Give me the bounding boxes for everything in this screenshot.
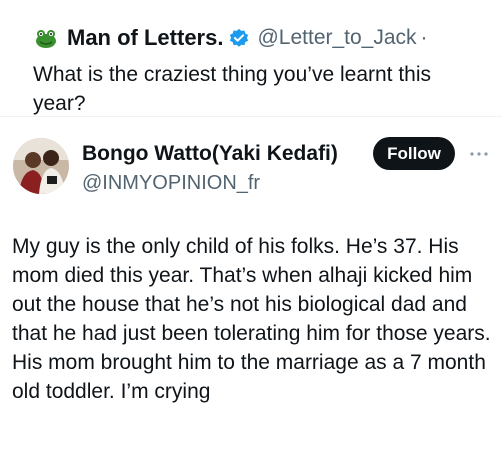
- quoted-tweet-header: Man of Letters. @Letter_to_Jack ·: [33, 24, 428, 52]
- author-name[interactable]: Bongo Watto(Yaki Kedafi): [82, 142, 338, 166]
- divider: [0, 116, 502, 117]
- more-options-icon[interactable]: [468, 146, 490, 156]
- quoted-author-handle[interactable]: @Letter_to_Jack: [257, 26, 416, 50]
- follow-button[interactable]: Follow: [373, 137, 455, 170]
- verified-badge-icon: [229, 28, 249, 48]
- frog-avatar-icon[interactable]: [33, 25, 59, 51]
- author-handle[interactable]: @INMYOPINION_fr: [82, 171, 338, 195]
- profile-photo-avatar[interactable]: [13, 138, 69, 194]
- quoted-tweet[interactable]: Man of Letters. @Letter_to_Jack · What i…: [0, 0, 502, 115]
- quoted-author-name[interactable]: Man of Letters.: [67, 25, 223, 51]
- tweet-text: My guy is the only child of his folks. H…: [12, 235, 491, 403]
- header-separator: ·: [420, 26, 428, 49]
- quoted-tweet-text: What is the craziest thing you’ve learnt…: [33, 63, 432, 115]
- tweet-author: Bongo Watto(Yaki Kedafi) @INMYOPINION_fr: [82, 142, 338, 195]
